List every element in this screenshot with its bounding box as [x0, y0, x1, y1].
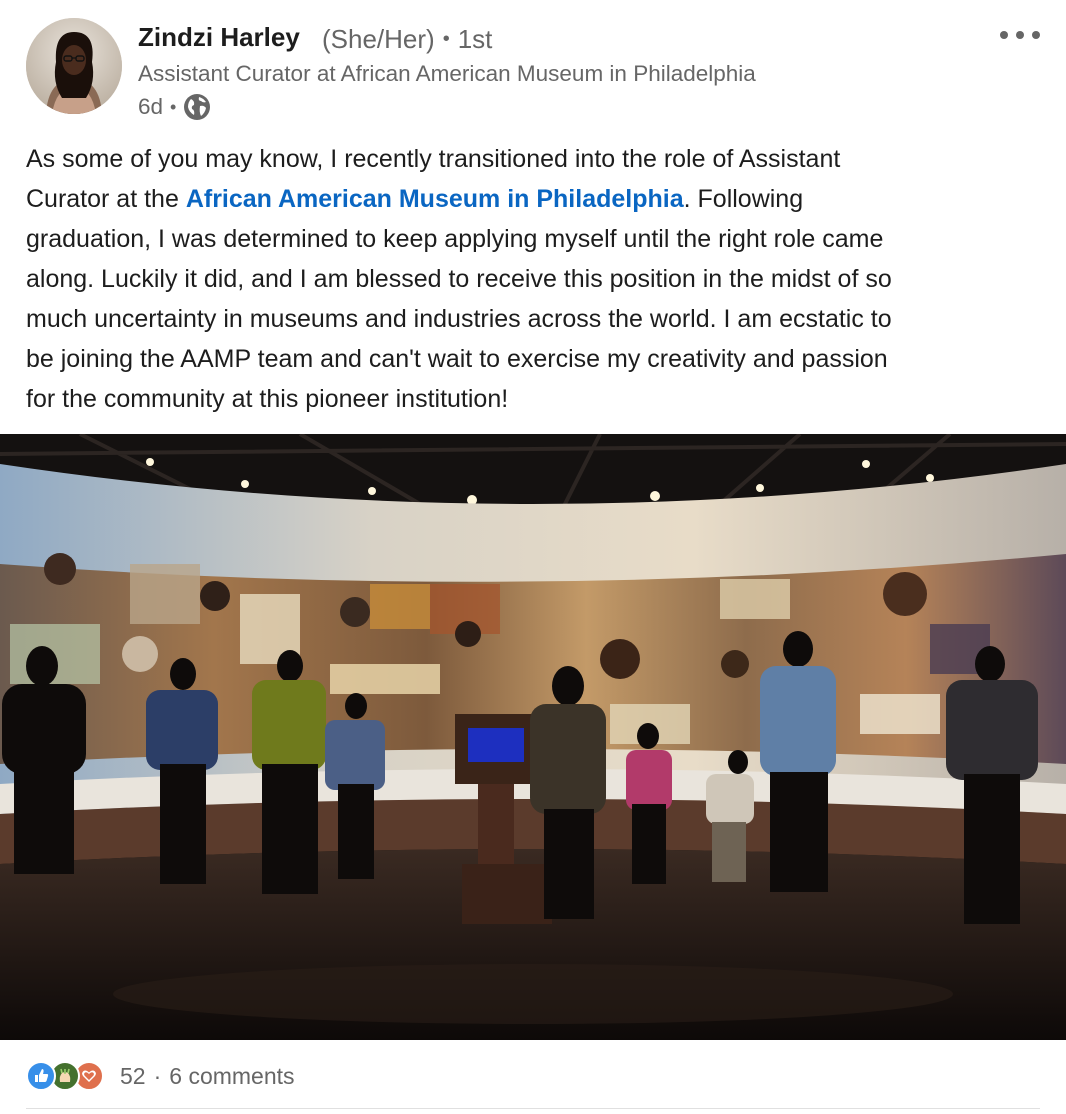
- post-line-part: Curator at the: [26, 185, 186, 213]
- reactions-summary[interactable]: [26, 1061, 104, 1091]
- post-line-part: . Following: [683, 185, 804, 213]
- museum-exhibit-photo: [0, 434, 1066, 1040]
- globe-icon: [183, 93, 211, 121]
- post-timestamp: 6d •: [138, 93, 211, 121]
- comments-count-link[interactable]: 6 comments: [169, 1063, 294, 1090]
- feed-post: Zindzi Harley (She/Her) • 1st Assistant Cu…: [0, 0, 1066, 1114]
- pronouns: (She/Her): [322, 24, 435, 54]
- more-dot: [1000, 31, 1008, 39]
- like-icon: [26, 1061, 56, 1091]
- meta-separator: •: [442, 28, 450, 50]
- author-meta: (She/Her) • 1st: [322, 24, 492, 55]
- more-options-button[interactable]: [996, 22, 1044, 48]
- time-ago: 6d: [138, 94, 164, 119]
- post-body: As some of you may know, I recently tran…: [26, 139, 1046, 419]
- reaction-count[interactable]: 52: [120, 1063, 146, 1090]
- author-avatar[interactable]: [26, 18, 122, 114]
- more-dot: [1032, 31, 1040, 39]
- post-line: graduation, I was determined to keep app…: [26, 225, 884, 253]
- author-headline: Assistant Curator at African American Mu…: [138, 61, 756, 86]
- timestamp-separator: •: [170, 96, 177, 117]
- post-divider: [26, 1108, 1040, 1109]
- post-image[interactable]: [0, 434, 1066, 1040]
- avatar-photo: [26, 18, 122, 114]
- count-separator: ·: [153, 1062, 162, 1089]
- post-line: Curator at the African American Museum i…: [26, 179, 1046, 219]
- social-counts-bar: 52 · 6 comments: [26, 1058, 295, 1094]
- post-line: for the community at this pioneer instit…: [26, 385, 509, 413]
- post-line: much uncertainty in museums and industri…: [26, 305, 892, 333]
- post-line: along. Luckily it did, and I am blessed …: [26, 265, 892, 293]
- connection-degree: 1st: [457, 24, 493, 54]
- more-dot: [1016, 31, 1024, 39]
- post-line: As some of you may know, I recently tran…: [26, 145, 841, 173]
- organization-mention-link[interactable]: African American Museum in Philadelphia: [186, 185, 684, 213]
- engagement-counts: 52 · 6 comments: [120, 1063, 295, 1090]
- post-line: be joining the AAMP team and can't wait …: [26, 345, 888, 373]
- author-name[interactable]: Zindzi Harley: [138, 22, 300, 53]
